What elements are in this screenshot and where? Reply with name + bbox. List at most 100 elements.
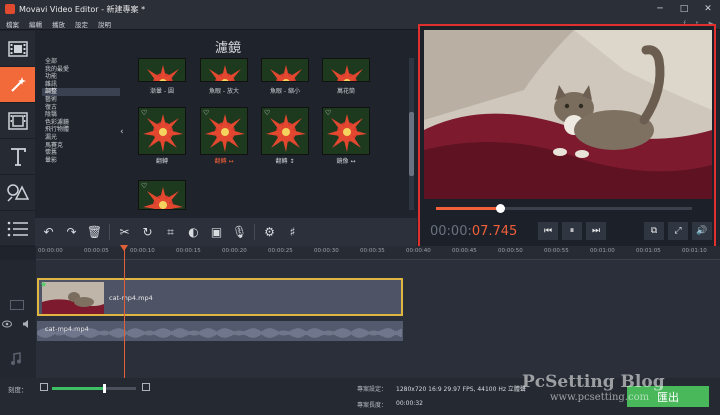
titles-tool[interactable]: [0, 139, 35, 175]
timecode-highlight: 07.745: [471, 224, 518, 239]
settings-button[interactable]: ⚙: [258, 221, 281, 243]
watermark-url: www.pcsetting.com: [550, 392, 650, 403]
skip-forward-icon: ⏭: [591, 226, 601, 236]
video-track-icon: [10, 300, 24, 310]
image-button[interactable]: ▣: [205, 221, 228, 243]
filter-label: 翻轉 ↕: [275, 158, 295, 165]
category-item[interactable]: 懷舊: [42, 149, 120, 157]
ruler-tick-label: 00:00:15: [176, 248, 201, 254]
zoom-label: 刻度：: [8, 386, 28, 394]
pause-icon: ⏸: [569, 226, 575, 236]
timeline-tracks[interactable]: ★ cat-mp4.mp4 cat-mp4.mp4: [36, 260, 720, 378]
filter-tile[interactable]: ♡: [138, 180, 186, 210]
ruler-tick-label: 00:01:00: [590, 248, 615, 254]
fullscreen-icon: ⤢: [674, 226, 682, 236]
pause-button[interactable]: ⏸: [562, 222, 582, 240]
microphone-icon: 🎙: [231, 225, 248, 239]
crop-button[interactable]: ⌗: [159, 221, 182, 243]
redo-button[interactable]: ↷: [60, 221, 83, 243]
menu-edit[interactable]: 編輯: [29, 19, 42, 29]
category-item[interactable]: 陰翳: [42, 111, 120, 119]
category-item[interactable]: 馬賽克: [42, 142, 120, 150]
volume-icon: 🔊: [696, 226, 708, 236]
minimize-button[interactable]: ─: [648, 0, 672, 18]
filter-tile[interactable]: ♡: [138, 107, 186, 155]
video-preview[interactable]: [424, 30, 712, 199]
ruler-tick-label: 00:01:10: [682, 248, 707, 254]
filter-tile[interactable]: ♡: [261, 107, 309, 155]
category-item[interactable]: 功能: [42, 73, 120, 81]
filter-tile[interactable]: [322, 58, 370, 82]
stickers-tool[interactable]: [0, 175, 35, 211]
filters-scrollbar[interactable]: [409, 58, 414, 210]
undo-button[interactable]: ↶: [37, 221, 60, 243]
category-list: 全部 我的最愛 功能 雜訊 調整 藝術 復古 陰翳 色彩濾鏡 飛行物體 漏光 馬…: [42, 58, 120, 164]
zoom-in-icon[interactable]: [142, 383, 150, 391]
filters-tool[interactable]: [0, 67, 35, 103]
menu-help[interactable]: 說明: [98, 19, 111, 29]
favorite-heart-icon[interactable]: ♡: [264, 109, 270, 117]
filter-tile[interactable]: ♡: [322, 107, 370, 155]
favorite-heart-icon[interactable]: ♡: [325, 109, 331, 117]
magic-wand-icon: [10, 76, 26, 92]
seek-bar[interactable]: [436, 204, 692, 213]
playhead[interactable]: [124, 246, 125, 378]
favorite-heart-icon[interactable]: ♡: [141, 109, 147, 117]
filter-label: 魚眼 - 縮小: [270, 88, 300, 95]
menu-play[interactable]: 播放: [52, 19, 65, 29]
category-item-selected[interactable]: 調整: [42, 88, 120, 96]
color-button[interactable]: ◐: [182, 221, 205, 243]
category-item[interactable]: 漏光: [42, 134, 120, 142]
category-item[interactable]: 暈影: [42, 157, 120, 165]
video-clip[interactable]: ★ cat-mp4.mp4: [37, 278, 403, 316]
filter-tile[interactable]: [261, 58, 309, 82]
favorite-heart-icon[interactable]: ♡: [203, 109, 209, 117]
next-frame-button[interactable]: ⏭: [586, 222, 606, 240]
filter-tile[interactable]: ♡: [200, 107, 248, 155]
favorite-star-icon: ★: [40, 280, 48, 289]
menu-file[interactable]: 檔案: [6, 19, 19, 29]
equalizer-icon: ♯: [289, 225, 296, 239]
contrast-icon: ◐: [188, 225, 199, 239]
previous-frame-button[interactable]: ⏮: [538, 222, 558, 240]
category-item[interactable]: 全部: [42, 58, 120, 66]
fullscreen-button[interactable]: ⤢: [668, 222, 688, 240]
scrollbar-thumb[interactable]: [409, 112, 414, 176]
cut-button[interactable]: ✂: [113, 221, 136, 243]
zoom-slider-handle[interactable]: [103, 384, 107, 393]
favorite-heart-icon[interactable]: ♡: [141, 182, 147, 190]
close-button[interactable]: ✕: [696, 0, 720, 18]
zoom-slider[interactable]: [52, 384, 136, 393]
category-item[interactable]: 飛行物體: [42, 126, 120, 134]
speaker-icon[interactable]: [22, 319, 32, 329]
filter-tile[interactable]: [138, 58, 186, 82]
timeline-ruler[interactable]: 00:00:00 00:00:05 00:00:10 00:00:15 00:00:20…: [36, 246, 720, 260]
maximize-button[interactable]: □: [672, 0, 696, 18]
playhead-handle[interactable]: [120, 245, 128, 251]
delete-button[interactable]: 🗑: [83, 221, 106, 243]
equalizer-button[interactable]: ♯: [281, 221, 304, 243]
transitions-tool[interactable]: [0, 103, 35, 139]
record-button[interactable]: 🎙: [228, 221, 251, 243]
import-tool[interactable]: [0, 31, 35, 67]
track-header: [0, 260, 36, 378]
detach-button[interactable]: ⧉: [644, 222, 664, 240]
category-item[interactable]: 藝術: [42, 96, 120, 104]
filter-label: 鏡像 ↔: [336, 158, 356, 165]
ruler-tick-label: 00:00:00: [38, 248, 63, 254]
eye-icon[interactable]: [2, 320, 12, 328]
scroll-left-arrow-icon[interactable]: ‹: [120, 127, 124, 137]
ruler-tick-label: 00:00:30: [314, 248, 339, 254]
menu-settings[interactable]: 設定: [75, 19, 88, 29]
filter-tile[interactable]: [200, 58, 248, 82]
more-tool[interactable]: [0, 211, 35, 247]
volume-button[interactable]: 🔊: [692, 222, 712, 240]
zoom-out-icon[interactable]: [40, 383, 48, 391]
audio-clip[interactable]: cat-mp4.mp4: [37, 321, 403, 341]
seek-handle[interactable]: [496, 204, 505, 213]
filter-label: 漸暈 - 圓: [150, 88, 174, 95]
ruler-tick-label: 00:00:35: [360, 248, 385, 254]
project-length-label: 專案長度：: [357, 402, 388, 409]
filter-label: 魚眼 - 放大: [209, 88, 239, 95]
rotate-button[interactable]: ↻: [136, 221, 159, 243]
